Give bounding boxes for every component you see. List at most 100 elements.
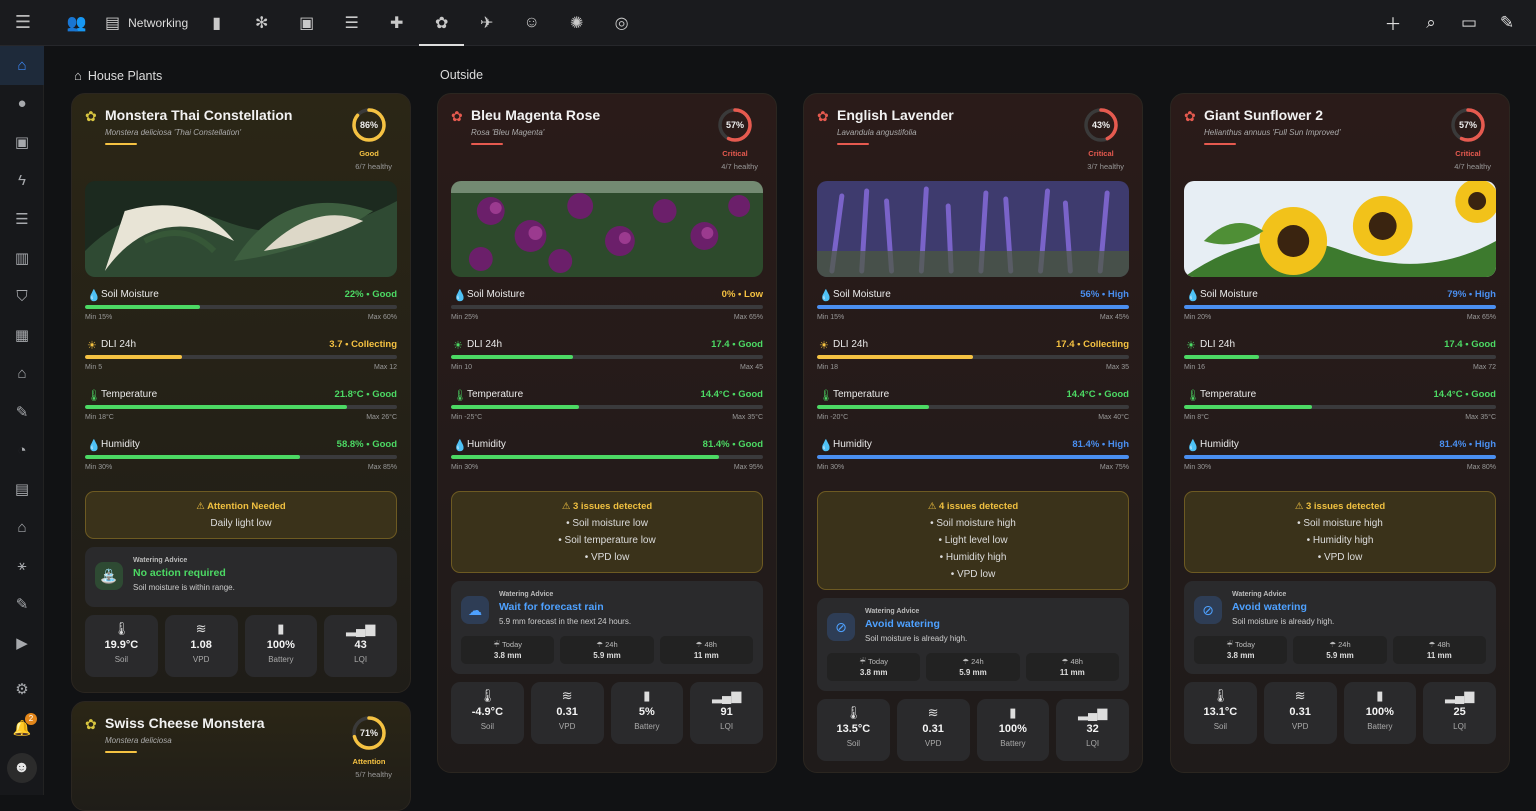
sidebar-item-lightning[interactable]: ϟ (0, 162, 44, 201)
metric-min: Min 8°C (1184, 414, 1209, 421)
forecast-value: 5.9 mm (593, 651, 621, 660)
metric-bar (817, 305, 1129, 309)
sidebar-item-shield[interactable]: ⛉ (0, 277, 44, 316)
forecast-value: 3.8 mm (1226, 651, 1255, 660)
health-ring: 43% (1082, 106, 1120, 144)
add-icon[interactable]: ＋ (1374, 0, 1412, 46)
forecast-label: ☔ Today (859, 657, 888, 666)
tab-storage[interactable]: ☰ (329, 0, 374, 46)
metric-temperature: 🌡 Temperature 14.4°C • Good Min -20°C Max 40… (817, 387, 1129, 437)
sensor-tile-lqi[interactable]: ▂▄▆ 43 LQI (324, 615, 397, 677)
alert-line: • VPD low (584, 552, 630, 563)
wind-icon: ≋ (1294, 688, 1306, 703)
plant-card[interactable]: ✿ Monstera Thai Constellation Monstera del… (71, 93, 411, 693)
tab-vacuum[interactable]: ◎ (599, 0, 644, 46)
sensor-tile-battery[interactable]: ▮ 100% Battery (976, 699, 1050, 761)
sensor-tile-soil[interactable]: 🌡 13.5°C Soil (817, 699, 890, 761)
plant-name[interactable]: Monstera Thai Constellation (105, 107, 292, 123)
metric-min: Min 30% (817, 464, 845, 471)
plant-card[interactable]: ✿ Bleu Magenta Rose Rosa 'Bleu Magenta' 57%… (437, 93, 777, 773)
sidebar-item-hacs[interactable]: ▤ (0, 470, 44, 509)
forecast-value: 11 mm (1059, 668, 1085, 677)
sensor-tile-vpd[interactable]: ≋ 0.31 VPD (530, 682, 604, 744)
sensor-tile-battery[interactable]: ▮ 100% Battery (1343, 682, 1417, 744)
sensor-value: 13.1°C (1203, 706, 1238, 718)
tab-ac[interactable]: ✻ (239, 0, 284, 46)
humidity-icon: 💧 (819, 440, 833, 452)
plant-name[interactable]: Giant Sunflower 2 (1204, 107, 1323, 123)
media-icon: ▶ (16, 634, 28, 652)
home-icon: ⌂ (17, 56, 27, 74)
watering-advice[interactable]: ⊘ Watering Advice Avoid watering Soil moist… (817, 598, 1129, 691)
watering-advice[interactable]: ☁ Watering Advice Wait for forecast rain 5.… (451, 581, 763, 674)
rain-cloud-icon: ☁ (461, 596, 489, 624)
sidebar-item-network[interactable]: ⚹ (0, 547, 44, 586)
tab-sparkle[interactable]: ✺ (554, 0, 599, 46)
plant-icon: ✿ (1184, 108, 1196, 124)
sidebar-item-list[interactable]: ☰ (0, 200, 44, 239)
tab-cat[interactable]: ☺ (509, 0, 554, 46)
tools-icon: ✎ (15, 596, 29, 614)
sidebar-item-tools[interactable]: ✎ (0, 585, 44, 624)
tab-server[interactable]: ▤ Networking (99, 0, 194, 46)
sensor-tile-vpd[interactable]: ≋ 0.31 VPD (896, 699, 970, 761)
alert-line: • Light level low (938, 535, 1008, 546)
plant-name[interactable]: Bleu Magenta Rose (471, 107, 600, 123)
search-icon[interactable]: ⌕ (1412, 0, 1450, 46)
sidebar-item-house[interactable]: ⌂ (0, 508, 44, 547)
sensor-tile-soil[interactable]: 🌡 13.1°C Soil (1184, 682, 1257, 744)
settings-icon[interactable]: ⚙ (0, 670, 44, 709)
group-icon: 👥 (66, 14, 87, 32)
sensor-tile-lqi[interactable]: ▂▄▆ 32 LQI (1056, 699, 1129, 761)
sensor-tile-battery[interactable]: ▮ 5% Battery (610, 682, 684, 744)
metric-value: 17.4 • Collecting (1055, 339, 1129, 350)
metric-min: Min 30% (451, 464, 479, 471)
watering-advice[interactable]: ⛲ Watering Advice No action required Soil m… (85, 547, 397, 607)
sidebar-item-chart[interactable]: ▥ (0, 239, 44, 278)
sidebar-item-wrench[interactable]: ✎ (0, 393, 44, 432)
tab-medical-bag[interactable]: ✚ (374, 0, 419, 46)
tab-bird[interactable]: ✈ (464, 0, 509, 46)
plant-card[interactable]: ✿ Giant Sunflower 2 Helianthus annuus 'Ful… (1170, 93, 1510, 773)
forecast-value: 3.8 mm (493, 651, 522, 660)
metric-temperature: 🌡 Temperature 21.8°C • Good Min 18°C Max 26°… (85, 387, 397, 437)
sidebar-item-gauge[interactable]: ◔ (0, 431, 44, 470)
sidebar-item-contact[interactable]: ▣ (0, 123, 44, 162)
metric-value: 79% • High (1447, 289, 1496, 300)
watering-advice[interactable]: ⊘ Watering Advice Avoid watering Soil moist… (1184, 581, 1496, 674)
avatar[interactable]: ☻ (6, 753, 37, 783)
sensor-tile-soil[interactable]: 🌡 19.9°C Soil (85, 615, 158, 677)
plant-name[interactable]: Swiss Cheese Monstera (105, 715, 265, 731)
sidebar-item-person[interactable]: ● (0, 85, 44, 124)
plant-name[interactable]: English Lavender (837, 107, 954, 123)
plant-card[interactable]: ✿ English Lavender Lavandula angustifolia 4… (803, 93, 1143, 773)
sidebar-item-home-floor[interactable]: ⌂ (0, 354, 44, 393)
sensor-tile-battery[interactable]: ▮ 100% Battery (244, 615, 318, 677)
metric-bar (85, 355, 397, 359)
metric-max: Max 45% (1099, 314, 1129, 321)
watering-label: Watering Advice (865, 608, 920, 615)
menu-icon[interactable]: ☰ (0, 0, 46, 46)
tab-flower[interactable]: ✿ (419, 0, 465, 46)
tab-package[interactable]: ▣ (284, 0, 329, 46)
tab-group[interactable]: 👥 (54, 0, 99, 46)
sensor-tile-soil[interactable]: 🌡 -4.9°C Soil (451, 682, 524, 744)
tab-battery[interactable]: ▮ (194, 0, 239, 46)
notifications-icon[interactable]: 🔔 2 (0, 709, 44, 748)
metric-value: 17.4 • Good (711, 339, 763, 350)
sensor-tile-vpd[interactable]: ≋ 0.31 VPD (1263, 682, 1337, 744)
sensor-tile-lqi[interactable]: ▂▄▆ 25 LQI (1423, 682, 1496, 744)
sidebar-item-calendar[interactable]: ▦ (0, 316, 44, 355)
alert-box: ⚠ 4 issues detected • Soil moisture high •… (817, 491, 1129, 590)
sensor-tile-vpd[interactable]: ≋ 1.08 VPD (164, 615, 238, 677)
sidebar-item-media[interactable]: ▶ (0, 624, 44, 663)
shield-icon: ⛉ (16, 287, 28, 305)
assist-icon[interactable]: ▭ (1450, 0, 1488, 46)
edit-icon[interactable]: ✎ (1488, 0, 1526, 46)
metric-bar-fill (817, 355, 973, 359)
metric-name: Humidity (467, 439, 506, 450)
sensor-tile-lqi[interactable]: ▂▄▆ 91 LQI (690, 682, 763, 744)
watering-title: Wait for forecast rain (499, 601, 604, 613)
sidebar: ⌂ ● ▣ ϟ ☰ ▥ ⛉ ▦ ⌂ ✎ ◔ ▤ ⌂ ⚹ ✎ ▶ ⚙ 🔔 2 ☻ (0, 46, 44, 795)
sidebar-item-home[interactable]: ⌂ (0, 46, 44, 85)
